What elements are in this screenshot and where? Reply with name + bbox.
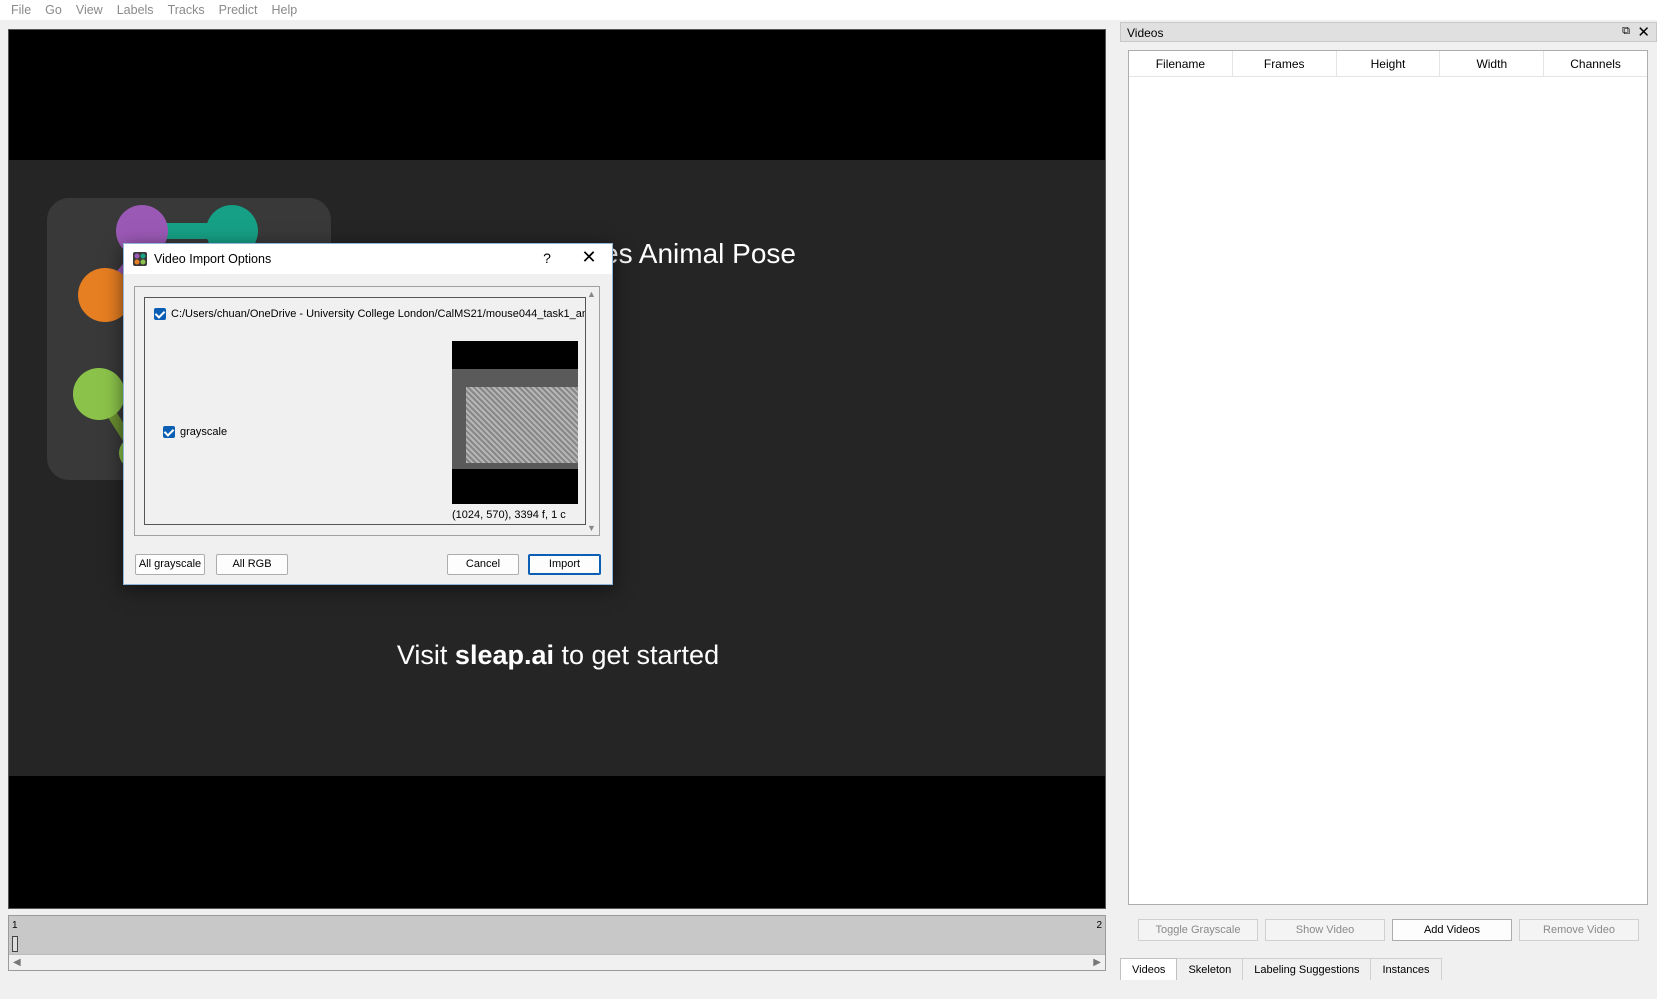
menu-labels[interactable]: Labels [110,0,161,20]
menu-predict[interactable]: Predict [212,0,265,20]
menu-bar: File Go View Labels Tracks Predict Help [0,0,1657,20]
tab-labeling-suggestions[interactable]: Labeling Suggestions [1243,958,1372,980]
all-rgb-button[interactable]: All RGB [216,554,288,575]
close-icon[interactable]: ✕ [1637,23,1650,41]
scroll-left-icon[interactable]: ◀ [13,957,21,968]
remove-video-button[interactable]: Remove Video [1519,919,1639,941]
close-icon[interactable]: ✕ [574,247,604,268]
video-info-label: (1024, 570), 3394 f, 1 c [452,509,566,521]
menu-go[interactable]: Go [38,0,69,20]
all-grayscale-button[interactable]: All grayscale [135,554,205,575]
splash-title-text: es Animal Pose [603,238,796,269]
video-path-label: C:/Users/chuan/OneDrive - University Col… [171,308,586,320]
menu-file[interactable]: File [4,0,38,20]
dialog-vertical-scrollbar[interactable]: ▲ ▼ [585,287,599,535]
scroll-up-icon[interactable]: ▲ [587,289,596,299]
sleap-app-icon [133,252,147,266]
videos-panel-title: Videos [1127,26,1164,40]
timeline-end-label: 2 [1096,920,1102,931]
video-path-row: C:/Users/chuan/OneDrive - University Col… [154,308,586,321]
menu-tracks[interactable]: Tracks [161,0,212,20]
timeline-handle[interactable] [12,936,18,952]
visit-link[interactable]: sleap.ai [455,640,554,670]
tab-instances[interactable]: Instances [1371,958,1442,980]
add-videos-button[interactable]: Add Videos [1392,919,1512,941]
scroll-right-icon[interactable]: ▶ [1093,957,1101,968]
visit-suffix: to get started [553,640,720,670]
videos-panel: Videos ⧉ ✕ Filename Frames Height Width … [1118,21,1657,999]
tab-videos[interactable]: Videos [1120,958,1178,980]
float-icon[interactable]: ⧉ [1622,25,1630,38]
video-include-checkbox[interactable] [154,308,166,321]
dialog-title: Video Import Options [154,252,272,266]
column-width[interactable]: Width [1440,51,1545,76]
toggle-grayscale-button[interactable]: Toggle Grayscale [1138,919,1258,941]
timeline-scrollbar[interactable]: ◀ ▶ [9,954,1105,970]
videos-table-header: Filename Frames Height Width Channels [1129,51,1647,77]
tab-skeleton[interactable]: Skeleton [1177,958,1244,980]
import-options-scroll-area: C:/Users/chuan/OneDrive - University Col… [134,286,600,536]
videos-table[interactable]: Filename Frames Height Width Channels [1128,50,1648,905]
video-thumbnail [452,341,578,504]
import-item-panel: C:/Users/chuan/OneDrive - University Col… [144,297,586,525]
column-channels[interactable]: Channels [1544,51,1647,76]
visit-prefix: Visit [396,640,455,670]
grayscale-label: grayscale [180,426,228,438]
cancel-button[interactable]: Cancel [447,554,519,575]
grayscale-checkbox[interactable] [163,426,175,439]
grayscale-row: grayscale [163,426,228,439]
show-video-button[interactable]: Show Video [1265,919,1385,941]
timeline-start-label: 1 [12,920,18,931]
video-import-dialog: Video Import Options ? ✕ C:/Users/chuan/… [123,243,613,585]
column-height[interactable]: Height [1337,51,1441,76]
menu-view[interactable]: View [69,0,110,20]
help-icon[interactable]: ? [537,250,557,266]
column-filename[interactable]: Filename [1129,51,1233,76]
column-frames[interactable]: Frames [1233,51,1337,76]
splash-visit-line: Visit sleap.ai to get started [9,640,1105,671]
panel-tabs: Videos Skeleton Labeling Suggestions Ins… [1120,958,1442,980]
import-button[interactable]: Import [528,554,601,575]
menu-help[interactable]: Help [265,0,305,20]
timeline-seekbar[interactable]: 1 2 ◀ ▶ [8,915,1106,971]
scroll-down-icon[interactable]: ▼ [587,523,596,533]
videos-panel-header: Videos ⧉ ✕ [1120,22,1657,42]
dialog-titlebar: Video Import Options ? ✕ [124,244,612,274]
